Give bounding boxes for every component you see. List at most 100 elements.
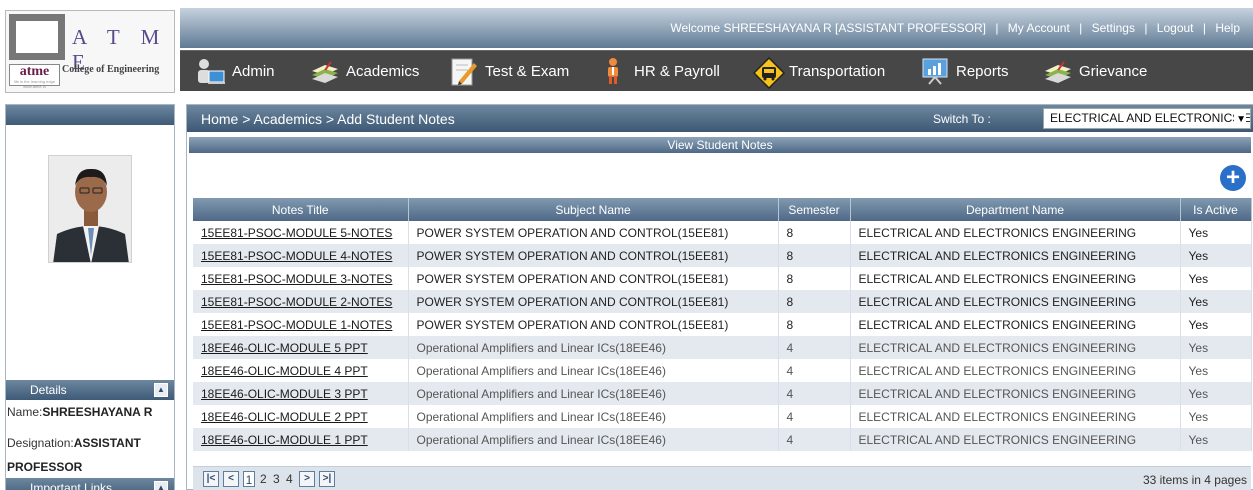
is-active-cell: Yes bbox=[1180, 267, 1252, 290]
notes-title-link[interactable]: 15EE81-PSOC-MODULE 5-NOTES bbox=[201, 226, 392, 240]
notes-title-cell: 18EE46-OLIC-MODULE 4 PPT bbox=[193, 359, 409, 382]
table-row[interactable]: 18EE46-OLIC-MODULE 1 PPT Operational Ampl… bbox=[193, 428, 1252, 451]
table-row[interactable]: 18EE46-OLIC-MODULE 3 PPT Operational Ampl… bbox=[193, 382, 1252, 405]
section-title: View Student Notes bbox=[667, 138, 773, 152]
column-header[interactable]: Department Name bbox=[850, 198, 1181, 221]
next-page-icon[interactable]: > bbox=[299, 471, 315, 487]
notes-title-cell: 18EE46-OLIC-MODULE 5 PPT bbox=[193, 336, 409, 359]
table-row[interactable]: 15EE81-PSOC-MODULE 5-NOTES POWER SYSTEM O… bbox=[193, 221, 1252, 244]
notes-title-link[interactable]: 18EE46-OLIC-MODULE 2 PPT bbox=[201, 410, 368, 424]
notes-title-link[interactable]: 15EE81-PSOC-MODULE 3-NOTES bbox=[201, 272, 392, 286]
notes-title-link[interactable]: 15EE81-PSOC-MODULE 2-NOTES bbox=[201, 295, 392, 309]
page-number[interactable]: 2 bbox=[260, 471, 267, 487]
department-name-cell: ELECTRICAL AND ELECTRONICS ENGINEERING bbox=[850, 244, 1181, 267]
collapse-up-icon[interactable]: ▲ bbox=[154, 383, 168, 397]
semester-cell: 8 bbox=[778, 313, 851, 336]
page-number-current[interactable]: 1 bbox=[243, 471, 255, 487]
department-select[interactable]: ELECTRICAL AND ELECTRONICS ENGINEERING ▼ bbox=[1043, 108, 1251, 129]
chevron-down-icon: ▼ bbox=[1234, 110, 1246, 128]
logo-badge: atme life is the learning edge www.atme.… bbox=[9, 64, 60, 89]
table-row[interactable]: 15EE81-PSOC-MODULE 2-NOTES POWER SYSTEM O… bbox=[193, 290, 1252, 313]
table-row[interactable]: 15EE81-PSOC-MODULE 4-NOTES POWER SYSTEM O… bbox=[193, 244, 1252, 267]
subject-name-cell: Operational Amplifiers and Linear ICs(18… bbox=[408, 405, 779, 428]
column-header[interactable]: Notes Title bbox=[193, 198, 409, 221]
first-page-icon[interactable]: |< bbox=[203, 471, 219, 487]
semester-cell: 8 bbox=[778, 221, 851, 244]
menu-label: Reports bbox=[956, 62, 1009, 80]
notes-title-link[interactable]: 18EE46-OLIC-MODULE 4 PPT bbox=[201, 364, 368, 378]
column-header[interactable]: Semester bbox=[778, 198, 851, 221]
menu-grievance[interactable]: Grievance bbox=[1043, 51, 1147, 91]
subject-name-cell: POWER SYSTEM OPERATION AND CONTROL(15EE8… bbox=[408, 290, 779, 313]
breadcrumb-bar: Home > Academics > Add Student Notes Swi… bbox=[187, 105, 1253, 132]
subject-name-cell: POWER SYSTEM OPERATION AND CONTROL(15EE8… bbox=[408, 313, 779, 336]
table-row[interactable]: 15EE81-PSOC-MODULE 3-NOTES POWER SYSTEM O… bbox=[193, 267, 1252, 290]
notes-title-link[interactable]: 15EE81-PSOC-MODULE 1-NOTES bbox=[201, 318, 392, 332]
menu-academics[interactable]: Academics bbox=[310, 51, 419, 91]
subject-name-cell: POWER SYSTEM OPERATION AND CONTROL(15EE8… bbox=[408, 244, 779, 267]
menu-reports[interactable]: Reports bbox=[920, 51, 1009, 91]
logo-tagline: College of Engineering bbox=[62, 64, 160, 75]
table-header-row: Notes Title Subject Name Semester Depart… bbox=[193, 198, 1252, 221]
notes-title-cell: 18EE46-OLIC-MODULE 2 PPT bbox=[193, 405, 409, 428]
page-number[interactable]: 4 bbox=[286, 471, 293, 487]
my-account-link[interactable]: My Account bbox=[1008, 21, 1070, 35]
menu-label: Admin bbox=[232, 62, 275, 80]
menu-test-exam[interactable]: Test & Exam bbox=[449, 51, 569, 91]
breadcrumb[interactable]: Home > Academics > Add Student Notes bbox=[201, 111, 455, 127]
switch-to-label: Switch To : bbox=[933, 112, 991, 126]
is-active-cell: Yes bbox=[1180, 336, 1252, 359]
table-row[interactable]: 18EE46-OLIC-MODULE 5 PPT Operational Ampl… bbox=[193, 336, 1252, 359]
app-header: A T M E atme life is the learning edge w… bbox=[0, 0, 1253, 96]
notes-title-link[interactable]: 15EE81-PSOC-MODULE 4-NOTES bbox=[201, 249, 392, 263]
notes-title-cell: 15EE81-PSOC-MODULE 5-NOTES bbox=[193, 221, 409, 244]
prev-page-icon[interactable]: < bbox=[223, 471, 239, 487]
is-active-cell: Yes bbox=[1180, 428, 1252, 451]
detail-name: Name:SHREESHAYANA R bbox=[6, 405, 174, 419]
books-icon bbox=[310, 57, 340, 85]
designation-label: Designation: bbox=[7, 436, 74, 450]
menu-label: Grievance bbox=[1079, 62, 1148, 80]
college-logo[interactable]: A T M E atme life is the learning edge w… bbox=[5, 10, 175, 93]
column-header[interactable]: Subject Name bbox=[408, 198, 779, 221]
profile-photo bbox=[48, 155, 132, 263]
menu-hr-payroll[interactable]: HR & Payroll bbox=[598, 51, 720, 91]
table-row[interactable]: 18EE46-OLIC-MODULE 2 PPT Operational Ampl… bbox=[193, 405, 1252, 428]
help-link[interactable]: Help bbox=[1215, 21, 1240, 35]
logout-link[interactable]: Logout bbox=[1157, 21, 1194, 35]
notes-title-link[interactable]: 18EE46-OLIC-MODULE 5 PPT bbox=[201, 341, 368, 355]
main-content: Home > Academics > Add Student Notes Swi… bbox=[186, 104, 1253, 490]
top-bar: Welcome SHREESHAYANA R [ASSISTANT PROFES… bbox=[180, 8, 1253, 48]
semester-cell: 4 bbox=[778, 405, 851, 428]
notes-title-cell: 15EE81-PSOC-MODULE 1-NOTES bbox=[193, 313, 409, 336]
semester-cell: 8 bbox=[778, 244, 851, 267]
subject-name-cell: POWER SYSTEM OPERATION AND CONTROL(15EE8… bbox=[408, 221, 779, 244]
logo-short: atme bbox=[19, 64, 50, 79]
menu-transportation[interactable]: Transportation bbox=[752, 51, 886, 91]
table-row[interactable]: 15EE81-PSOC-MODULE 1-NOTES POWER SYSTEM O… bbox=[193, 313, 1252, 336]
notes-title-link[interactable]: 18EE46-OLIC-MODULE 1 PPT bbox=[201, 433, 368, 447]
details-panel-header[interactable]: Details ▲ bbox=[6, 380, 174, 400]
menu-admin[interactable]: Admin bbox=[196, 51, 275, 91]
table-row[interactable]: 18EE46-OLIC-MODULE 4 PPT Operational Ampl… bbox=[193, 359, 1252, 382]
column-header[interactable]: Is Active bbox=[1180, 198, 1252, 221]
menu-label: Transportation bbox=[789, 62, 886, 80]
name-label: Name: bbox=[7, 405, 43, 419]
is-active-cell: Yes bbox=[1180, 221, 1252, 244]
department-name-cell: ELECTRICAL AND ELECTRONICS ENGINEERING bbox=[850, 428, 1181, 451]
semester-cell: 4 bbox=[778, 382, 851, 405]
notes-title-link[interactable]: 18EE46-OLIC-MODULE 3 PPT bbox=[201, 387, 368, 401]
collapse-up-icon[interactable]: ▲ bbox=[154, 481, 168, 490]
last-page-icon[interactable]: >| bbox=[319, 471, 335, 487]
semester-cell: 4 bbox=[778, 359, 851, 382]
add-note-button[interactable]: + bbox=[1220, 165, 1246, 191]
settings-link[interactable]: Settings bbox=[1092, 21, 1135, 35]
links-title: Important Links bbox=[30, 481, 113, 490]
department-name-cell: ELECTRICAL AND ELECTRONICS ENGINEERING bbox=[850, 267, 1181, 290]
name-value: SHREESHAYANA R bbox=[42, 405, 153, 419]
notes-title-cell: 15EE81-PSOC-MODULE 3-NOTES bbox=[193, 267, 409, 290]
is-active-cell: Yes bbox=[1180, 359, 1252, 382]
is-active-cell: Yes bbox=[1180, 313, 1252, 336]
important-links-header[interactable]: Important Links ▲ bbox=[6, 478, 174, 490]
page-number[interactable]: 3 bbox=[273, 471, 280, 487]
